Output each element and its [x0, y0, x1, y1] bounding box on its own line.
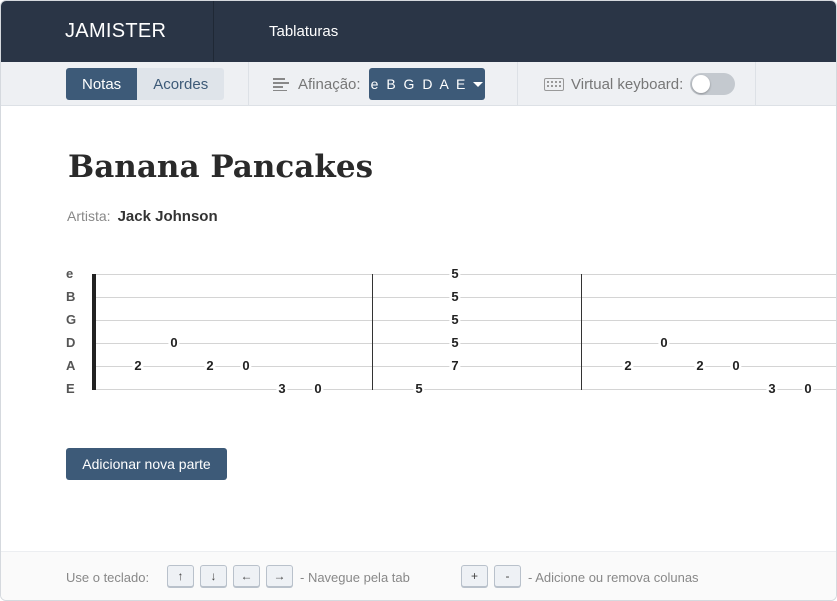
arrow-down-key-icon: ↓: [200, 565, 227, 587]
artist-name: Jack Johnson: [117, 208, 218, 225]
keyboard-icon: [544, 77, 564, 91]
string-label-B: B: [66, 289, 76, 304]
minus-key-icon: -: [494, 565, 521, 587]
tuning-label: Afinação:: [273, 62, 361, 106]
tab-start-barline: [92, 274, 96, 390]
toolbar-divider: [248, 62, 249, 106]
arrow-left-key-icon: ←: [233, 565, 260, 587]
tab-note[interactable]: 0: [168, 336, 180, 350]
toolbar-divider: [517, 62, 518, 106]
tab-note[interactable]: 0: [658, 336, 670, 350]
toolbar-divider: [755, 62, 756, 106]
top-navbar: JAMISTER Tablaturas: [1, 1, 836, 62]
use-keys-label: Use o teclado:: [66, 570, 150, 585]
tuning-dropdown[interactable]: e B G D A E: [369, 68, 485, 100]
tab-note[interactable]: 2: [694, 359, 706, 373]
string-label-e: e: [66, 266, 74, 281]
measure-barline: [372, 274, 373, 390]
tab-note[interactable]: 3: [276, 382, 288, 396]
mode-notes-button[interactable]: Notas: [66, 68, 138, 100]
tab-note[interactable]: 5: [449, 336, 461, 350]
song-title: Banana Pancakes: [68, 149, 374, 185]
add-part-button[interactable]: Adicionar nova parte: [66, 448, 227, 480]
virtual-keyboard-toggle[interactable]: [690, 73, 735, 95]
navigate-hint: - Navegue pela tab: [300, 570, 410, 585]
tab-note[interactable]: 0: [240, 359, 252, 373]
brand-logo[interactable]: JAMISTER: [1, 1, 214, 62]
string-line: [95, 297, 836, 298]
tab-note[interactable]: 3: [766, 382, 778, 396]
arrow-up-key-icon: ↑: [167, 565, 194, 587]
string-line: [95, 389, 836, 390]
tab-note[interactable]: 2: [622, 359, 634, 373]
tab-note[interactable]: 0: [802, 382, 814, 396]
mode-chords-button[interactable]: Acordes: [137, 68, 225, 100]
string-line: [95, 274, 836, 275]
tab-note[interactable]: 0: [730, 359, 742, 373]
tab-note[interactable]: 2: [204, 359, 216, 373]
app-window: JAMISTER Tablaturas Notas Acordes Afinaç…: [0, 0, 837, 601]
tab-note[interactable]: 5: [449, 313, 461, 327]
columns-hint: - Adicione ou remova colunas: [528, 570, 699, 585]
tuning-value: e B G D A E: [370, 76, 468, 92]
string-label-G: G: [66, 312, 77, 327]
keyboard-hints-footer: Use o teclado: - Navegue pela tab - Adic…: [1, 551, 836, 600]
tuning-label-text: Afinação:: [298, 75, 361, 93]
string-label-A: A: [66, 358, 76, 373]
nav-link-tablaturas[interactable]: Tablaturas: [269, 23, 338, 40]
toggle-knob: [692, 75, 710, 93]
tab-note[interactable]: 2: [132, 359, 144, 373]
string-label-E: E: [66, 381, 75, 396]
align-left-icon: [273, 77, 289, 91]
virtual-keyboard-label: Virtual keyboard:: [544, 62, 683, 106]
artist-label: Artista:: [67, 208, 111, 224]
tab-note[interactable]: 5: [413, 382, 425, 396]
mode-toggle: Notas Acordes: [66, 68, 225, 100]
string-line: [95, 343, 836, 344]
tab-note[interactable]: 5: [449, 290, 461, 304]
caret-down-icon: [473, 81, 484, 87]
plus-key-icon: +: [461, 565, 488, 587]
tab-note[interactable]: 5: [449, 267, 461, 281]
measure-barline: [581, 274, 582, 390]
artist-row: Artista: Jack Johnson: [67, 208, 218, 225]
string-line: [95, 320, 836, 321]
string-label-D: D: [66, 335, 76, 350]
arrow-right-key-icon: →: [266, 565, 293, 587]
tab-note[interactable]: 0: [312, 382, 324, 396]
tab-note[interactable]: 7: [449, 359, 461, 373]
virtual-keyboard-text: Virtual keyboard:: [571, 75, 684, 93]
